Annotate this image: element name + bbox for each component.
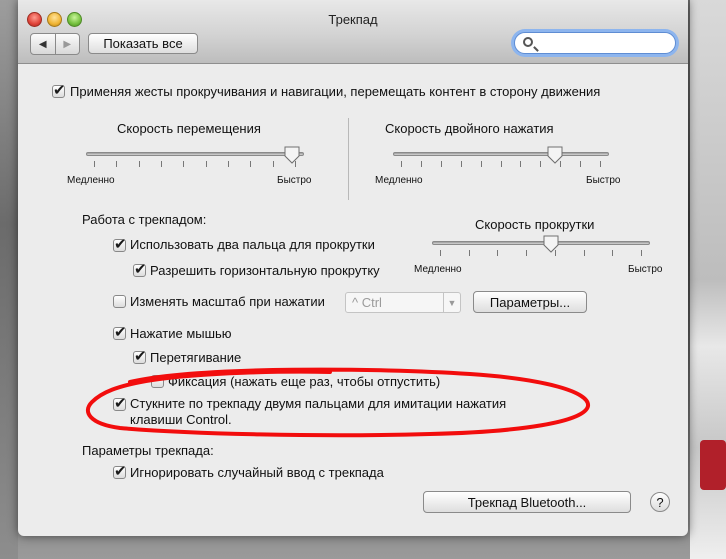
drag-lock-label: Фиксация (нажать еще раз, чтобы отпустит… — [168, 374, 441, 389]
slider-tick — [205, 161, 207, 167]
zoom-modifier-popup[interactable]: ^ Ctrl ▼ — [345, 292, 461, 313]
tracking-speed-max-label: Быстро — [277, 175, 312, 186]
tracking-speed-title: Скорость перемещения — [117, 121, 261, 136]
desktop-red-object — [700, 440, 726, 490]
tracking-speed-min-label: Медленно — [67, 175, 115, 186]
slider-tick — [138, 161, 140, 167]
natural-scroll-label: Применяя жесты прокручивания и навигации… — [70, 84, 601, 99]
slider-tick — [440, 161, 442, 167]
slider-tick — [641, 250, 642, 256]
double-click-speed-slider-knob[interactable] — [547, 146, 563, 164]
desktop-background-left — [0, 0, 18, 559]
secondary-click-label-line2: клавиши Control. — [130, 412, 232, 427]
double-click-speed-ticks — [401, 161, 601, 167]
bluetooth-trackpad-button[interactable]: Трекпад Bluetooth... — [423, 491, 631, 513]
ignore-accidental-input-label: Игнорировать случайный ввод с трекпада — [130, 465, 384, 480]
zoom-on-click-label: Изменять масштаб при нажатии — [130, 294, 325, 309]
parameters-button[interactable]: Параметры... — [473, 291, 587, 313]
slider-tick — [500, 161, 502, 167]
search-field[interactable] — [514, 32, 676, 54]
trackpad-preferences-window: Трекпад ◀ ▶ Показать все Применяя жесты … — [18, 0, 688, 536]
back-forward-control: ◀ ▶ — [30, 33, 80, 55]
tap-to-click-label: Нажатие мышью — [130, 326, 232, 341]
tap-to-click-checkbox[interactable] — [113, 323, 127, 341]
slider-tick — [612, 250, 614, 256]
double-click-speed-max-label: Быстро — [586, 175, 621, 186]
slider-tick — [94, 161, 95, 167]
search-icon — [523, 37, 533, 47]
slider-tick — [520, 161, 522, 167]
double-click-speed-track — [393, 152, 609, 156]
slider-divider — [348, 118, 349, 200]
forward-arrow-icon[interactable]: ▶ — [54, 34, 80, 54]
dragging-label: Перетягивание — [150, 350, 242, 365]
two-finger-scroll-label: Использовать два пальца для прокрутки — [130, 237, 375, 252]
ignore-accidental-input-checkbox[interactable] — [113, 462, 127, 480]
titlebar: Трекпад ◀ ▶ Показать все — [18, 0, 688, 64]
slider-tick — [250, 161, 252, 167]
slider-tick — [460, 161, 462, 167]
scroll-speed-ticks — [440, 250, 642, 256]
trackpad-section-title: Работа с трекпадом: — [82, 212, 207, 227]
slider-tick — [228, 161, 229, 167]
slider-tick — [272, 161, 274, 167]
scroll-speed-track — [432, 241, 650, 245]
slider-tick — [183, 161, 185, 167]
tracking-speed-ticks — [94, 161, 296, 167]
slider-tick — [401, 161, 402, 167]
slider-tick — [420, 161, 422, 167]
chevron-down-icon: ▼ — [443, 293, 460, 312]
slider-tick — [480, 161, 482, 167]
zoom-modifier-value: ^ Ctrl — [352, 295, 382, 310]
slider-tick — [161, 161, 162, 167]
help-button[interactable]: ? — [650, 492, 670, 512]
slider-tick — [468, 250, 470, 256]
slider-tick — [580, 161, 582, 167]
drag-lock-checkbox[interactable] — [151, 375, 164, 388]
scroll-speed-slider-knob[interactable] — [543, 235, 559, 253]
horizontal-scroll-checkbox[interactable] — [133, 260, 147, 278]
trackpad-params-section-title: Параметры трекпада: — [82, 443, 214, 458]
double-click-speed-title: Скорость двойного нажатия — [385, 121, 554, 136]
slider-tick — [116, 161, 118, 167]
slider-tick — [440, 250, 441, 256]
slider-tick — [526, 250, 528, 256]
secondary-click-checkbox[interactable] — [113, 394, 127, 412]
slider-tick — [497, 250, 499, 256]
slider-tick — [540, 161, 542, 167]
two-finger-scroll-checkbox[interactable] — [113, 235, 127, 253]
scroll-speed-min-label: Медленно — [414, 264, 462, 275]
scroll-speed-title: Скорость прокрутки — [475, 217, 595, 232]
tracking-speed-track — [86, 152, 304, 156]
natural-scroll-checkbox[interactable] — [52, 81, 66, 99]
dragging-checkbox[interactable] — [133, 347, 147, 365]
slider-tick — [600, 161, 601, 167]
slider-tick — [583, 250, 585, 256]
scroll-speed-max-label: Быстро — [628, 264, 663, 275]
horizontal-scroll-label: Разрешить горизонтальную прокрутку — [150, 263, 380, 278]
secondary-click-label-line1: Стукните по трекпаду двумя пальцами для … — [130, 396, 507, 411]
zoom-on-click-checkbox[interactable] — [113, 295, 126, 308]
window-title: Трекпад — [328, 12, 378, 27]
tracking-speed-slider-knob[interactable] — [284, 146, 300, 164]
back-arrow-icon[interactable]: ◀ — [31, 34, 55, 54]
double-click-speed-min-label: Медленно — [375, 175, 423, 186]
show-all-button[interactable]: Показать все — [88, 33, 198, 54]
